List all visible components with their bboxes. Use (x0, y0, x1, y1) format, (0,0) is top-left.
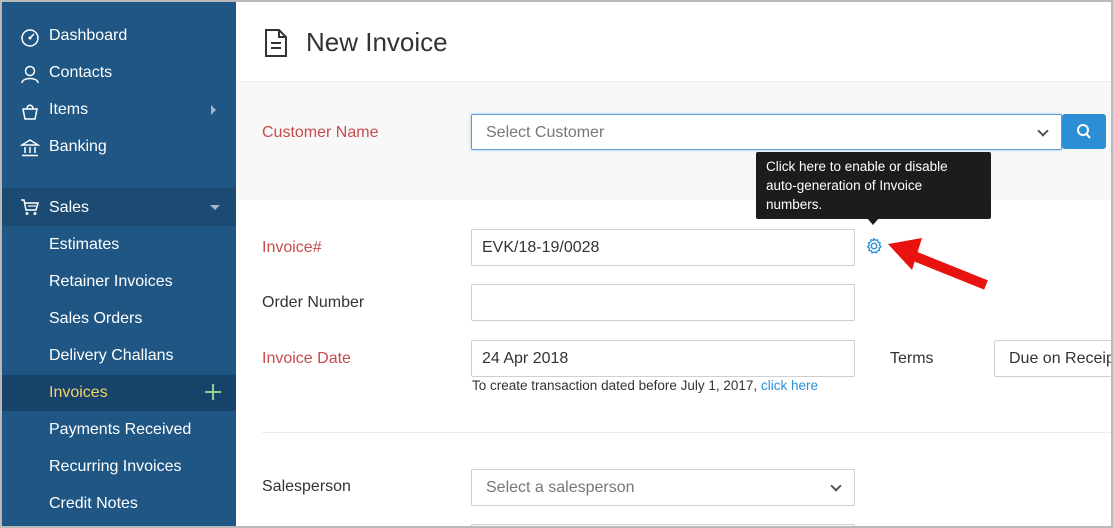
plus-icon[interactable] (205, 384, 221, 400)
salesperson-label: Salesperson (262, 478, 351, 495)
date-hint-link[interactable]: click here (761, 378, 818, 393)
invoice-date-label: Invoice Date (262, 350, 351, 367)
chevron-down-icon (1037, 125, 1049, 137)
sidebar-item-label: Estimates (49, 236, 120, 253)
sidebar-section-sales[interactable]: Sales (2, 188, 236, 226)
main-content: New Invoice Customer Name Select Custome… (236, 2, 1113, 526)
sidebar-item-estimates[interactable]: Estimates (2, 227, 236, 263)
terms-select[interactable]: Due on Receipt (994, 340, 1113, 377)
sidebar-item-label: Recurring Invoices (49, 458, 182, 475)
gear-icon[interactable] (865, 237, 883, 255)
sidebar-item-invoices[interactable]: Invoices (2, 375, 236, 411)
next-field[interactable] (471, 524, 855, 526)
banking-icon (20, 139, 40, 157)
terms-value: Due on Receipt (1009, 350, 1113, 367)
sidebar-section-label: Sales (49, 199, 90, 216)
sidebar-item-label: Contacts (49, 64, 113, 81)
search-icon (1077, 124, 1091, 139)
order-number-field[interactable] (471, 284, 855, 321)
sidebar: Dashboard Contacts Items Banking Sales E… (2, 2, 236, 526)
sidebar-item-label: Payments Received (49, 421, 192, 438)
chevron-down-icon (830, 480, 842, 492)
invoice-number-value: EVK/18-19/0028 (482, 239, 600, 256)
invoice-date-value: 24 Apr 2018 (482, 350, 569, 367)
invoice-number-label: Invoice# (262, 239, 322, 256)
tooltip-pointer (867, 218, 879, 225)
invoice-number-field[interactable]: EVK/18-19/0028 (471, 229, 855, 266)
sidebar-item-items[interactable]: Items (2, 92, 236, 128)
sidebar-item-retainer-invoices[interactable]: Retainer Invoices (2, 264, 236, 300)
chevron-down-icon (210, 205, 220, 210)
sidebar-item-label: Dashboard (49, 27, 128, 44)
sidebar-item-label: Credit Notes (49, 495, 138, 512)
tooltip: Click here to enable or disable auto-gen… (756, 152, 991, 219)
salesperson-select[interactable]: Select a salesperson (471, 469, 855, 506)
page-header: New Invoice (236, 2, 1111, 82)
sidebar-item-sales-orders[interactable]: Sales Orders (2, 301, 236, 337)
sidebar-item-delivery-challans[interactable]: Delivery Challans (2, 338, 236, 374)
terms-label: Terms (890, 350, 934, 367)
sidebar-item-label: Sales Orders (49, 310, 143, 327)
sidebar-item-label: Items (49, 101, 89, 118)
sidebar-item-credit-notes[interactable]: Credit Notes (2, 486, 236, 522)
sidebar-item-recurring-invoices[interactable]: Recurring Invoices (2, 449, 236, 485)
sidebar-item-contacts[interactable]: Contacts (2, 55, 236, 91)
sidebar-item-label: Banking (49, 138, 107, 155)
sidebar-item-payments-received[interactable]: Payments Received (2, 412, 236, 448)
section-divider (262, 432, 1111, 433)
dashboard-icon (21, 29, 39, 47)
sidebar-item-label: Delivery Challans (49, 347, 174, 364)
chevron-right-icon (211, 105, 216, 115)
invoice-date-field[interactable]: 24 Apr 2018 (471, 340, 855, 377)
sidebar-item-banking[interactable]: Banking (2, 129, 236, 165)
customer-name-label: Customer Name (262, 124, 379, 141)
date-hint: To create transaction dated before July … (472, 378, 818, 393)
sidebar-item-label: Invoices (49, 384, 108, 401)
customer-search-button[interactable] (1062, 114, 1106, 149)
page-title: New Invoice (306, 27, 448, 57)
salesperson-placeholder: Select a salesperson (486, 479, 635, 496)
sidebar-item-label: Retainer Invoices (49, 273, 173, 290)
tooltip-text: Click here to enable or disable auto-gen… (766, 159, 948, 212)
annotation-arrow (888, 238, 988, 290)
cart-icon (21, 199, 39, 215)
app-window: Dashboard Contacts Items Banking Sales E… (0, 0, 1113, 528)
items-icon (22, 104, 38, 120)
customer-select[interactable]: Select Customer (471, 114, 1062, 150)
document-icon (265, 29, 287, 57)
order-number-label: Order Number (262, 294, 365, 311)
contacts-icon (21, 65, 39, 84)
customer-select-placeholder: Select Customer (486, 124, 605, 141)
sidebar-item-dashboard[interactable]: Dashboard (2, 18, 236, 54)
date-hint-text: To create transaction dated before July … (472, 378, 758, 393)
